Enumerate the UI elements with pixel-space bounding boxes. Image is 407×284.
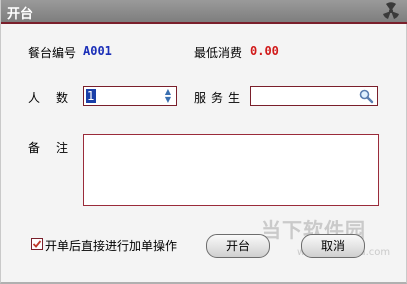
note-textarea[interactable] (83, 134, 379, 206)
people-count-stepper[interactable]: 1 ▲ ▼ (83, 86, 177, 106)
note-label: 备 注 (28, 141, 71, 155)
people-count-label: 人 数 (28, 91, 71, 105)
dialog-title: 开台 (7, 7, 34, 22)
table-number-value: A001 (83, 44, 112, 58)
title-bar: 开台 (1, 0, 407, 24)
radiation-icon[interactable] (380, 2, 402, 20)
people-count-value: 1 (86, 89, 96, 103)
min-charge-value: 0.00 (250, 44, 279, 58)
table-number-label: 餐台编号 (28, 46, 77, 60)
add-after-open-checkbox[interactable] (31, 238, 43, 250)
cancel-button[interactable]: 取消 (301, 234, 365, 258)
chevron-down-icon[interactable]: ▼ (162, 96, 174, 104)
checkmark-icon (32, 240, 42, 248)
people-count-spinner[interactable]: ▲ ▼ (162, 88, 174, 104)
open-table-button[interactable]: 开台 (206, 234, 270, 258)
waiter-field[interactable] (250, 86, 378, 106)
open-table-dialog: 开台 餐台编号 A001 最低消费 0.00 人 数 1 ▲ ▼ 服务生 备 注… (0, 0, 407, 284)
magnifier-icon[interactable] (358, 88, 374, 104)
min-charge-label: 最低消费 (194, 46, 243, 60)
waiter-label: 服务生 (194, 91, 246, 105)
add-after-open-label[interactable]: 开单后直接进行加单操作 (45, 237, 177, 254)
